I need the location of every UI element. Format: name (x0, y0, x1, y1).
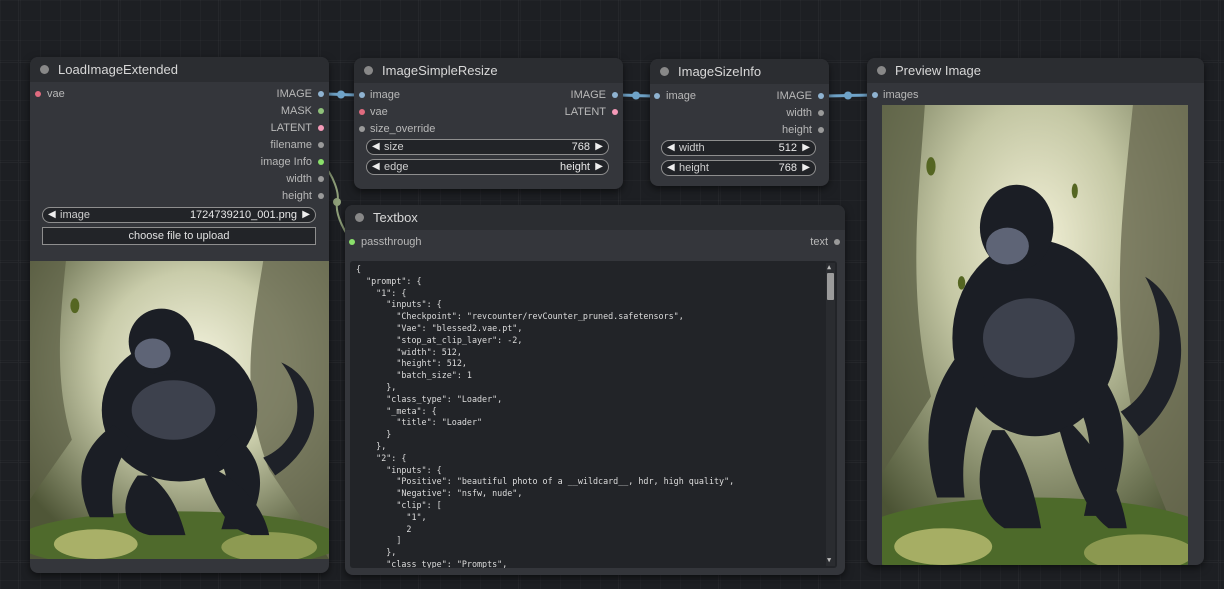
loaded-image-preview (30, 261, 329, 559)
textbox-node[interactable]: Textbox passthrough text { "prompt": { "… (345, 205, 845, 575)
output-label-image: IMAGE (776, 90, 812, 102)
output-socket-latent[interactable] (318, 125, 324, 131)
output-socket-image[interactable] (318, 91, 324, 97)
node-title-bar[interactable]: Preview Image (867, 58, 1204, 83)
increment-arrow-icon[interactable]: ▶ (595, 140, 603, 154)
input-label-passthrough: passthrough (361, 236, 422, 248)
width-number-widget[interactable]: ◀ width 512 ▶ (661, 140, 816, 156)
output-label-height: height (782, 124, 812, 136)
widget-value: 768 (571, 141, 590, 153)
output-socket-text[interactable] (834, 239, 840, 245)
node-title-bar[interactable]: ImageSimpleResize (354, 58, 623, 83)
vae-input-label: vae (47, 88, 65, 100)
input-label-image: image (370, 89, 400, 101)
scroll-thumb[interactable] (827, 273, 834, 300)
output-socket-height[interactable] (318, 193, 324, 199)
collapse-dot-icon[interactable] (364, 66, 373, 75)
collapse-dot-icon[interactable] (40, 65, 49, 74)
widget-label: edge (384, 161, 409, 173)
image-combo-widget[interactable]: ◀ image 1724739210_001.png ▶ (42, 207, 316, 223)
output-label-width: width (786, 107, 812, 119)
output-label-mask: MASK (280, 105, 312, 117)
increment-arrow-icon[interactable]: ▶ (595, 160, 603, 174)
widget-value: 768 (778, 162, 797, 174)
vertical-scrollbar[interactable]: ▲ ▼ (826, 263, 835, 566)
output-socket-latent[interactable] (612, 109, 618, 115)
size-number-widget[interactable]: ◀ size 768 ▶ (366, 139, 609, 155)
output-socket-height[interactable] (818, 127, 824, 133)
text-content: { "prompt": { "1": { "inputs": { "Checkp… (356, 264, 735, 568)
widget-label: size (384, 141, 404, 153)
input-socket-image[interactable] (359, 92, 365, 98)
output-socket-image[interactable] (818, 93, 824, 99)
decrement-arrow-icon[interactable]: ◀ (372, 160, 380, 174)
input-socket-image[interactable] (654, 93, 660, 99)
upload-button[interactable]: choose file to upload (42, 227, 316, 245)
output-socket-image-info[interactable] (318, 159, 324, 165)
output-socket-width[interactable] (318, 176, 324, 182)
decrement-arrow-icon[interactable]: ◀ (667, 161, 675, 175)
input-socket-images[interactable] (872, 92, 878, 98)
input-label-vae: vae (370, 106, 388, 118)
collapse-dot-icon[interactable] (355, 213, 364, 222)
increment-arrow-icon[interactable]: ▶ (802, 141, 810, 155)
input-socket-size-override[interactable] (359, 126, 365, 132)
text-content-area[interactable]: { "prompt": { "1": { "inputs": { "Checkp… (350, 261, 837, 568)
node-title: Preview Image (895, 63, 981, 78)
preview-image-node[interactable]: Preview Image images (867, 58, 1204, 565)
output-label-width: width (286, 173, 312, 185)
input-label-size-override: size_override (370, 123, 436, 135)
decrement-arrow-icon[interactable]: ◀ (372, 140, 380, 154)
increment-arrow-icon[interactable]: ▶ (802, 161, 810, 175)
image-size-info-node[interactable]: ImageSizeInfo image IMAGE width height ◀… (650, 59, 829, 186)
node-title-bar[interactable]: Textbox (345, 205, 845, 230)
output-socket-image[interactable] (612, 92, 618, 98)
node-title: Textbox (373, 210, 418, 225)
widget-label: image (60, 209, 90, 221)
scroll-down-icon[interactable]: ▼ (827, 555, 831, 567)
preview-output-image (882, 105, 1188, 565)
output-socket-filename[interactable] (318, 142, 324, 148)
node-title-bar[interactable]: ImageSizeInfo (650, 59, 829, 84)
output-label-image: IMAGE (276, 88, 312, 100)
output-label-image-info: image Info (260, 156, 312, 168)
increment-arrow-icon[interactable]: ▶ (302, 208, 310, 222)
widget-value: 1724739210_001.png (189, 209, 297, 221)
node-title-bar[interactable]: LoadImageExtended (30, 57, 329, 82)
output-label-latent: LATENT (564, 106, 606, 118)
widget-label: width (679, 142, 705, 154)
input-socket-passthrough[interactable] (349, 239, 355, 245)
output-socket-width[interactable] (818, 110, 824, 116)
image-simple-resize-node[interactable]: ImageSimpleResize image vae size_overrid… (354, 58, 623, 189)
node-title: ImageSizeInfo (678, 64, 762, 79)
decrement-arrow-icon[interactable]: ◀ (48, 208, 56, 222)
output-label-filename: filename (270, 139, 312, 151)
node-title: ImageSimpleResize (382, 63, 498, 78)
node-title: LoadImageExtended (58, 62, 178, 77)
output-label-height: height (282, 190, 312, 202)
decrement-arrow-icon[interactable]: ◀ (667, 141, 675, 155)
input-label-image: image (666, 90, 696, 102)
collapse-dot-icon[interactable] (660, 67, 669, 76)
vae-input-socket[interactable] (35, 91, 41, 97)
collapse-dot-icon[interactable] (877, 66, 886, 75)
input-label-images: images (883, 89, 919, 101)
output-label-latent: LATENT (270, 122, 312, 134)
load-image-extended-node[interactable]: LoadImageExtended vae IMAGE MASK LATENT … (30, 57, 329, 573)
output-label-image: IMAGE (570, 89, 606, 101)
height-number-widget[interactable]: ◀ height 768 ▶ (661, 160, 816, 176)
widget-label: height (679, 162, 709, 174)
input-socket-vae[interactable] (359, 109, 365, 115)
output-socket-mask[interactable] (318, 108, 324, 114)
output-label-text: text (810, 236, 828, 248)
widget-value: 512 (778, 142, 797, 154)
widget-value: height (560, 161, 590, 173)
edge-combo-widget[interactable]: ◀ edge height ▶ (366, 159, 609, 175)
